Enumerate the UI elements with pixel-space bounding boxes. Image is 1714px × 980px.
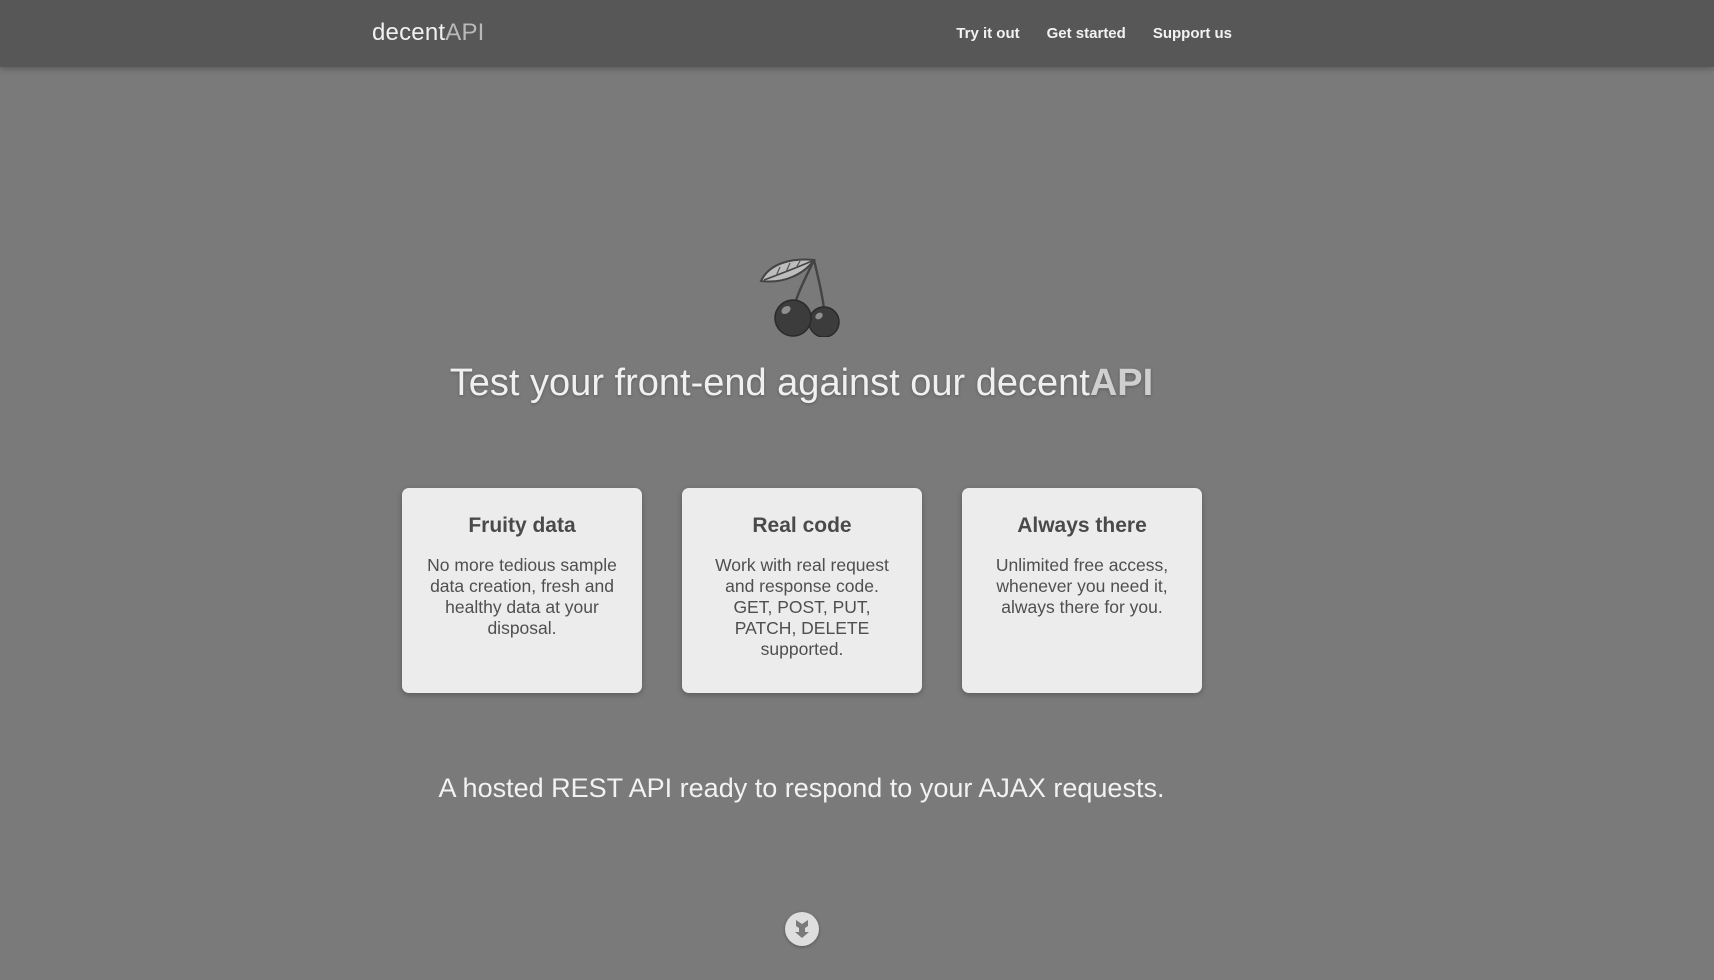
top-navbar: decentAPI Try it out Get started Support… (0, 0, 1714, 67)
arrow-down-icon (795, 920, 809, 938)
nav-link-get-started[interactable]: Get started (1047, 25, 1126, 42)
feature-card-title: Fruity data (468, 514, 576, 537)
feature-card-text: No more tedious sample data creation, fr… (427, 555, 617, 638)
nav-link-support-us[interactable]: Support us (1153, 25, 1232, 42)
feature-card-title: Real code (752, 514, 852, 537)
hero-title-main: Test your front-end against our decent (449, 362, 1090, 404)
cherry-icon (759, 258, 840, 337)
main-nav: Try it out Get started Support us (956, 25, 1232, 42)
feature-card-fruity-data: Fruity data No more tedious sample data … (402, 488, 642, 693)
feature-card-always-there: Always there Unlimited free access, when… (962, 488, 1202, 693)
hero-title: Test your front-end against our decentAP… (0, 362, 1603, 405)
feature-card-title: Always there (1017, 514, 1147, 537)
scroll-down-button[interactable] (785, 912, 819, 946)
logo-text-main: decent (372, 19, 446, 46)
feature-card-text: Work with real request and response code… (715, 555, 889, 659)
tagline: A hosted REST API ready to respond to yo… (438, 773, 1165, 803)
hero-title-accent: API (1089, 362, 1154, 404)
feature-card-real-code: Real code Work with real request and res… (682, 488, 922, 693)
nav-link-try-it-out[interactable]: Try it out (956, 25, 1019, 42)
feature-card-text: Unlimited free access, whenever you need… (995, 555, 1169, 617)
logo-text-accent: API (445, 19, 485, 46)
site-logo[interactable]: decentAPI (372, 19, 485, 47)
